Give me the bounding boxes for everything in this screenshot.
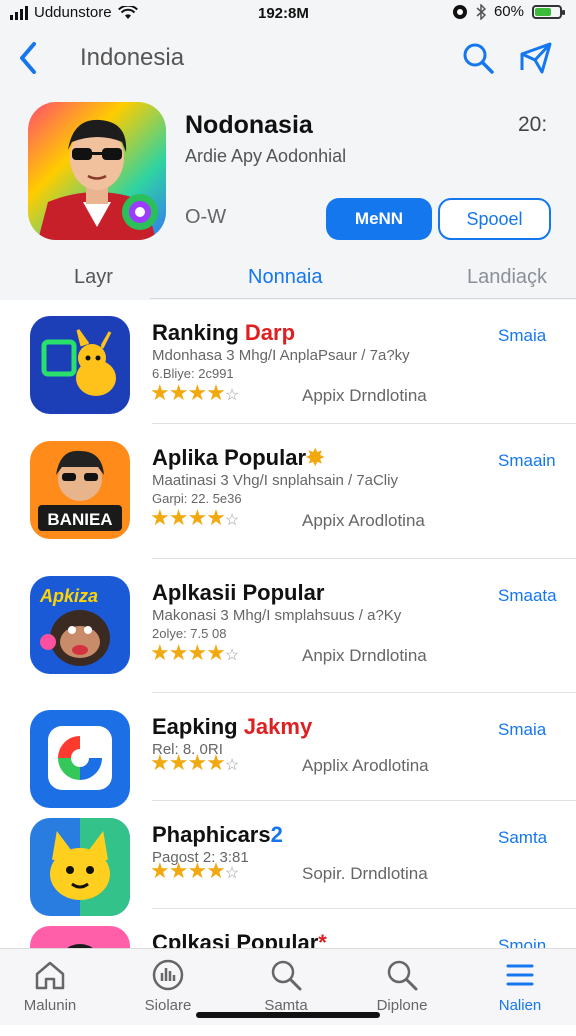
featured-app-meta: O-W bbox=[185, 206, 227, 228]
app-title-accent: 2 bbox=[270, 822, 283, 847]
app-developer: Anpix Drndlotina bbox=[302, 646, 427, 665]
nav-title: Indonesia bbox=[80, 44, 185, 71]
signal-icon bbox=[10, 5, 28, 20]
featured-app-subtitle: Ardie Apy Aodonhial bbox=[185, 146, 347, 166]
list-icon bbox=[506, 964, 534, 986]
wifi-icon bbox=[117, 5, 138, 19]
star-rating: ★★★★☆ bbox=[150, 858, 239, 883]
app-title: Ranking Darp bbox=[152, 320, 295, 346]
svg-text:BANIEA: BANIEA bbox=[47, 510, 112, 529]
app-list-item[interactable]: Apkiza Aplkasii Popular Makonasi 3 Mhg/I s… bbox=[0, 566, 576, 686]
featured-app-icon[interactable] bbox=[28, 102, 166, 240]
tabbar-label: Malunin bbox=[23, 997, 77, 1014]
app-title-main: Aplika Popular bbox=[152, 445, 307, 470]
app-description: Mdonhasa 3 Mhg/I AnplaPsaur / 7a?ky bbox=[152, 347, 410, 364]
app-version: 2olye: 7.5 08 bbox=[152, 626, 227, 641]
tabbar-item-list[interactable]: Nalien bbox=[472, 949, 568, 1025]
list-separator bbox=[152, 692, 576, 693]
chart-icon bbox=[152, 959, 184, 991]
app-title-main: Ranking bbox=[152, 320, 245, 345]
search-icon bbox=[271, 960, 302, 991]
app-developer: Applix Arodlotina bbox=[302, 756, 429, 775]
carrier-label: Uddunstore bbox=[34, 4, 112, 21]
app-title: Aplika Popular✸ bbox=[152, 445, 324, 471]
star-rating: ★★★★☆ bbox=[150, 750, 239, 775]
tab-nonnaia[interactable]: Nonnaia bbox=[248, 266, 323, 289]
app-action-button[interactable]: Smaain bbox=[498, 451, 556, 471]
app-action-button[interactable]: Smaata bbox=[498, 586, 557, 606]
app-developer: Appix Arodlotina bbox=[302, 511, 425, 530]
app-title-main: Eapking bbox=[152, 714, 244, 739]
app-title: Phaphicars2 bbox=[152, 822, 283, 848]
app-description: Maatinasi 3 Vhg/I snplahsain / 7aCliy bbox=[152, 472, 398, 489]
app-description: Makonasi 3 Mhg/I smplahsuus / a?Ky bbox=[152, 607, 402, 624]
featured-app-name: Nodonasia bbox=[185, 111, 313, 139]
app-list-item[interactable]: Eapking Jakmy Rel: 8. 0RI ★★★★☆ Applix Arod… bbox=[0, 700, 576, 820]
send-icon[interactable] bbox=[518, 40, 554, 76]
list-separator bbox=[152, 558, 576, 559]
battery-icon bbox=[532, 4, 565, 19]
star-rating: ★★★★☆ bbox=[150, 640, 239, 665]
star-rating: ★★★★☆ bbox=[150, 505, 239, 530]
clock: 192:8M bbox=[258, 5, 309, 22]
featured-app-count: 20: bbox=[518, 113, 548, 136]
tab-divider bbox=[150, 298, 576, 299]
app-title: Eapking Jakmy bbox=[152, 714, 312, 740]
home-indicator bbox=[196, 1012, 380, 1018]
status-bar: Uddunstore 192:8M 60% bbox=[0, 0, 576, 28]
search-icon[interactable] bbox=[460, 40, 496, 76]
app-version: 6.Bliye: 2c991 bbox=[152, 366, 234, 381]
app-icon[interactable] bbox=[30, 710, 130, 808]
star-rating: ★★★★☆ bbox=[150, 380, 239, 405]
secondary-button[interactable]: Spooel bbox=[438, 198, 551, 240]
app-developer: Appix Drndlotina bbox=[302, 386, 427, 405]
app-icon[interactable]: Apkiza bbox=[30, 576, 130, 674]
primary-button[interactable]: MeNN bbox=[326, 198, 432, 240]
bluetooth-icon bbox=[476, 3, 486, 20]
app-icon[interactable] bbox=[30, 316, 130, 414]
tab-landiack[interactable]: Landiaçk bbox=[467, 266, 547, 289]
battery-percent: 60% bbox=[493, 3, 524, 20]
app-developer: Sopir. Drndlotina bbox=[302, 864, 428, 883]
list-separator bbox=[152, 800, 576, 801]
svg-text:Apkiza: Apkiza bbox=[39, 586, 98, 606]
back-chevron-icon[interactable] bbox=[14, 38, 44, 78]
tab-layr[interactable]: Layr bbox=[74, 266, 113, 289]
app-list-item[interactable]: Phaphicars2 Pagost 2: 3:81 ★★★★☆ Sopir. Drn… bbox=[0, 808, 576, 928]
list-separator bbox=[152, 908, 576, 909]
search-icon bbox=[387, 960, 418, 991]
app-title-accent: ✸ bbox=[306, 445, 325, 470]
list-separator bbox=[152, 423, 576, 424]
tabbar-label: Nalien bbox=[498, 997, 542, 1014]
app-title: Aplkasii Popular bbox=[152, 580, 324, 606]
alarm-icon bbox=[452, 4, 467, 19]
app-title-main: Phaphicars bbox=[152, 822, 271, 847]
app-action-button[interactable]: Smaia bbox=[498, 720, 546, 740]
app-action-button[interactable]: Samta bbox=[498, 828, 547, 848]
app-icon[interactable] bbox=[30, 818, 130, 916]
app-title-main: Aplkasii Popular bbox=[152, 580, 325, 605]
app-list-item[interactable]: Ranking Darp Mdonhasa 3 Mhg/I AnplaPsaur … bbox=[0, 306, 576, 426]
app-title-accent: Jakmy bbox=[243, 714, 313, 739]
app-title-accent: Darp bbox=[244, 320, 296, 345]
tabbar-item-home[interactable]: Malunin bbox=[2, 949, 98, 1025]
app-icon[interactable]: BANIEA bbox=[30, 441, 130, 539]
app-action-button[interactable]: Smaia bbox=[498, 326, 546, 346]
home-icon bbox=[35, 961, 65, 990]
app-list-item[interactable]: BANIEA Aplika Popular✸ Maatinasi 3 Vhg/I s… bbox=[0, 431, 576, 551]
app-version: Garpi: 22. 5e36 bbox=[152, 491, 242, 506]
